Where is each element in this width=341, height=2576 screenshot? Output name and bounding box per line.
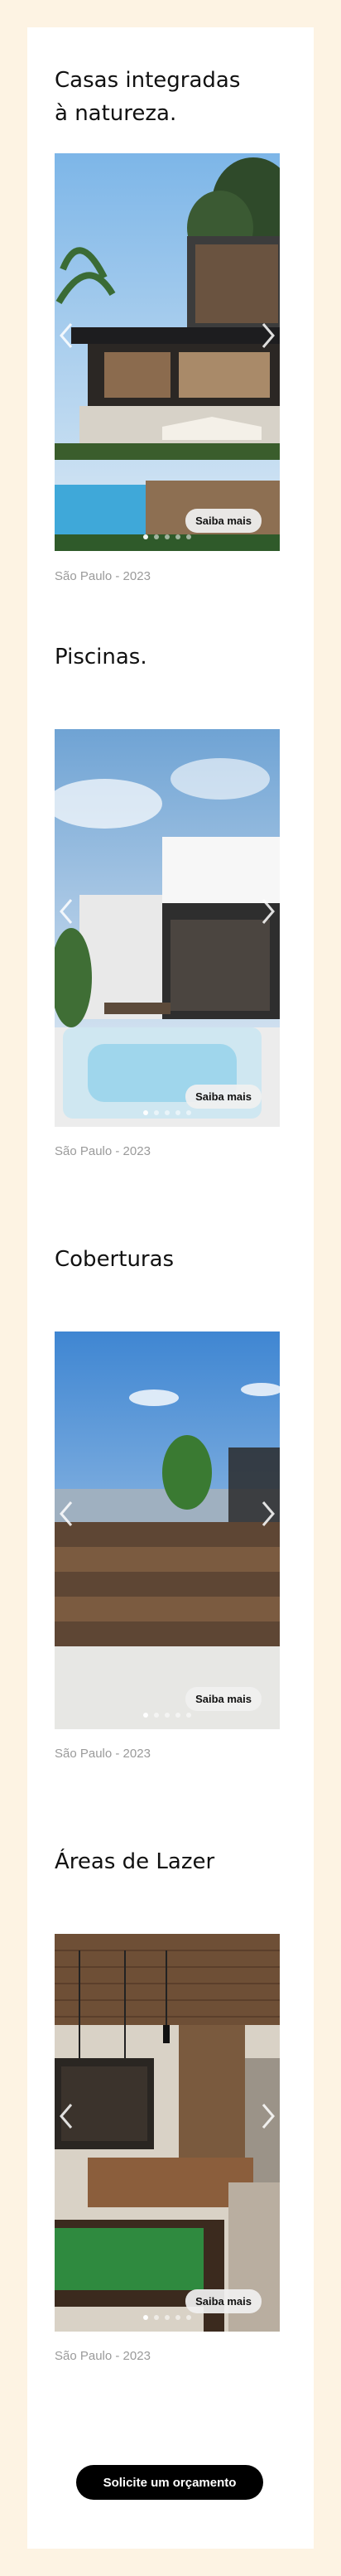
carousel-dot[interactable] <box>143 1713 148 1718</box>
saiba-mais-button[interactable]: Saiba mais <box>185 1085 262 1109</box>
project-caption: São Paulo - 2023 <box>55 1144 151 1158</box>
carousel-dot[interactable] <box>186 2315 191 2320</box>
project-section-casas: Casas integradas à natureza. Saiba mais … <box>55 64 280 583</box>
project-section-lazer: Áreas de Lazer Saiba mais São Paulo - 20… <box>55 1845 280 2363</box>
saiba-mais-button[interactable]: Saiba mais <box>185 2289 262 2313</box>
chevron-left-icon[interactable] <box>56 319 78 352</box>
project-section-piscinas: Piscinas. Saiba mais São Paulo - 2023 <box>55 640 280 1158</box>
project-caption: São Paulo - 2023 <box>55 2349 151 2363</box>
carousel-dots <box>55 2315 280 2320</box>
carousel-dot[interactable] <box>175 534 180 539</box>
carousel-dots <box>55 1713 280 1718</box>
chevron-right-icon[interactable] <box>257 319 278 352</box>
project-title: Casas integradas à natureza. <box>55 68 241 126</box>
carousel-dot[interactable] <box>154 534 159 539</box>
carousel-dot[interactable] <box>175 2315 180 2320</box>
projects-card: Casas integradas à natureza. Saiba mais … <box>27 27 314 2549</box>
carousel-dot[interactable] <box>143 2315 148 2320</box>
carousel-dot[interactable] <box>165 1110 170 1115</box>
project-section-coberturas: Coberturas Saiba mais São Paulo - 2023 <box>55 1243 280 1761</box>
carousel-dot[interactable] <box>143 1110 148 1115</box>
carousel-dot[interactable] <box>186 534 191 539</box>
carousel-dot[interactable] <box>186 1713 191 1718</box>
project-carousel[interactable]: Saiba mais <box>55 729 280 1127</box>
project-title: Áreas de Lazer <box>55 1849 215 1874</box>
project-caption: São Paulo - 2023 <box>55 569 151 583</box>
carousel-dots <box>55 534 280 539</box>
carousel-dots <box>55 1110 280 1115</box>
project-carousel[interactable]: Saiba mais <box>55 1934 280 2332</box>
carousel-dot[interactable] <box>143 534 148 539</box>
project-carousel[interactable]: Saiba mais <box>55 1331 280 1729</box>
rooftop-deck-photo <box>55 1331 280 1729</box>
carousel-dot[interactable] <box>186 1110 191 1115</box>
chevron-left-icon[interactable] <box>56 2100 78 2133</box>
carousel-dot[interactable] <box>165 2315 170 2320</box>
chevron-right-icon[interactable] <box>257 1497 278 1530</box>
saiba-mais-button[interactable]: Saiba mais <box>185 509 262 533</box>
chevron-left-icon[interactable] <box>56 895 78 928</box>
jacuzzi-terrace-photo <box>55 729 280 1127</box>
carousel-dot[interactable] <box>154 1110 159 1115</box>
request-quote-button[interactable]: Solicite um orçamento <box>76 2465 263 2500</box>
project-caption: São Paulo - 2023 <box>55 1747 151 1761</box>
carousel-dot[interactable] <box>175 1713 180 1718</box>
project-carousel[interactable]: Saiba mais <box>55 153 280 551</box>
game-room-photo <box>55 1934 280 2332</box>
carousel-dot[interactable] <box>165 534 170 539</box>
modern-house-photo <box>55 153 280 551</box>
saiba-mais-button[interactable]: Saiba mais <box>185 1687 262 1711</box>
carousel-dot[interactable] <box>175 1110 180 1115</box>
chevron-left-icon[interactable] <box>56 1497 78 1530</box>
project-title: Piscinas. <box>55 645 147 669</box>
chevron-right-icon[interactable] <box>257 895 278 928</box>
carousel-dot[interactable] <box>154 2315 159 2320</box>
carousel-dot[interactable] <box>165 1713 170 1718</box>
chevron-right-icon[interactable] <box>257 2100 278 2133</box>
project-title: Coberturas <box>55 1247 175 1272</box>
carousel-dot[interactable] <box>154 1713 159 1718</box>
